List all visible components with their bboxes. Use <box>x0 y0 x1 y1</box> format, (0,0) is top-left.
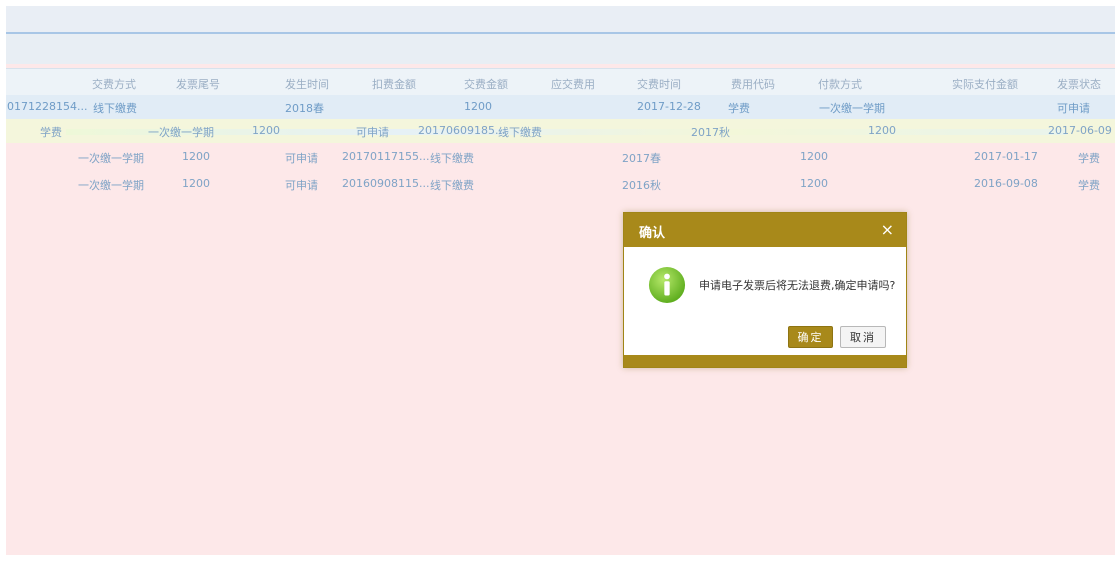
header-due[interactable]: 应交费用 <box>551 76 595 92</box>
cell-pay-date: 2017-12-28 <box>637 100 701 113</box>
cell-fee-code: 学费 <box>1078 179 1100 192</box>
close-icon[interactable]: × <box>881 220 894 239</box>
confirm-dialog: 确认 × 申请电子发票后将无法退费,确定申请吗? 确定 取消 <box>623 212 907 368</box>
cell-period: 2017春 <box>622 152 661 165</box>
cancel-button[interactable]: 取消 <box>840 326 886 348</box>
cell-pay-date: 2017-01-17 <box>974 150 1038 163</box>
cell-pay-method: 线下缴费 <box>498 126 542 139</box>
app-window: 交费方式 发票尾号 发生时间 扣费金额 交费金额 应交费用 交费时间 费用代码 … <box>6 6 1115 555</box>
cell-status[interactable]: 可申请 <box>1057 100 1090 116</box>
cell-pay-method: 线下缴费 <box>93 102 137 115</box>
header-deduct[interactable]: 扣费金额 <box>372 76 416 92</box>
toolbar <box>6 34 1115 64</box>
dialog-header: 确认 × <box>624 213 906 247</box>
dialog-footer <box>624 355 906 367</box>
cell-payment-type: 一次缴一学期 <box>819 102 885 115</box>
cell-period: 2016秋 <box>622 179 661 192</box>
table-row[interactable]: 一次缴一学期 1200 可申请 20160908115... 线下缴费 2016… <box>6 172 1115 196</box>
cell-fee-code: 学费 <box>728 102 750 115</box>
cell-status[interactable]: 可申请 <box>356 124 389 140</box>
cell-payment-type: 一次缴一学期 <box>78 152 144 165</box>
cell-id: 20171228154... <box>6 100 88 113</box>
cell-pay-date: 2016-09-08 <box>974 177 1038 190</box>
cell-pay-method: 线下缴费 <box>430 179 474 192</box>
cell-id: 20160908115... <box>342 177 430 190</box>
cell-id: 20170609185... <box>418 124 506 137</box>
cell-status[interactable]: 可申请 <box>285 150 318 166</box>
cell-pay-method: 线下缴费 <box>430 152 474 165</box>
cell-amount: 1200 <box>868 124 896 137</box>
cell-amount: 1200 <box>182 150 210 163</box>
header-fee-code[interactable]: 费用代码 <box>731 76 775 92</box>
grid-header: 交费方式 发票尾号 发生时间 扣费金额 交费金额 应交费用 交费时间 费用代码 … <box>6 68 1115 96</box>
header-pay-method[interactable]: 交费方式 <box>92 76 136 92</box>
cell-id: 20170117155... <box>342 150 430 163</box>
header-period[interactable]: 发生时间 <box>285 76 329 92</box>
cell-period: 2018春 <box>285 102 324 115</box>
cell-payment-type: 一次缴一学期 <box>148 126 214 139</box>
cell-period: 2017秋 <box>691 126 730 139</box>
cell-amount: 1200 <box>800 150 828 163</box>
header-status[interactable]: 发票状态 <box>1057 76 1101 92</box>
dialog-message: 申请电子发票后将无法退费,确定申请吗? <box>699 279 896 292</box>
table-row[interactable]: 一次缴一学期 1200 可申请 20170117155... 线下缴费 2017… <box>6 145 1115 169</box>
dialog-title: 确认 <box>639 226 666 241</box>
cell-fee-code: 学费 <box>1078 152 1100 165</box>
cell-payment-type: 一次缴一学期 <box>78 179 144 192</box>
header-actual-paid[interactable]: 实际支付金额 <box>952 76 1018 92</box>
cell-fee-code: 学费 <box>40 126 62 139</box>
header-invoice-tail[interactable]: 发票尾号 <box>176 76 220 92</box>
header-pay-date[interactable]: 交费时间 <box>637 76 681 92</box>
table-row[interactable]: 20171228154... 线下缴费 2018春 1200 2017-12-2… <box>6 95 1115 119</box>
header-amount[interactable]: 交费金额 <box>464 76 508 92</box>
cell-amount: 1200 <box>252 124 280 137</box>
top-bar <box>6 6 1115 34</box>
cell-amount: 1200 <box>800 177 828 190</box>
cell-amount: 1200 <box>464 100 492 113</box>
cell-pay-date: 2017-06-09 <box>1048 124 1112 137</box>
info-icon <box>648 266 686 304</box>
row-glitch-stripe <box>66 129 1066 135</box>
cell-amount: 1200 <box>182 177 210 190</box>
table-row[interactable]: 学费 一次缴一学期 1200 可申请 20170609185... 线下缴费 2… <box>6 119 1115 143</box>
cell-status[interactable]: 可申请 <box>285 177 318 193</box>
header-payment-type[interactable]: 付款方式 <box>818 76 862 92</box>
ok-button[interactable]: 确定 <box>788 326 833 348</box>
